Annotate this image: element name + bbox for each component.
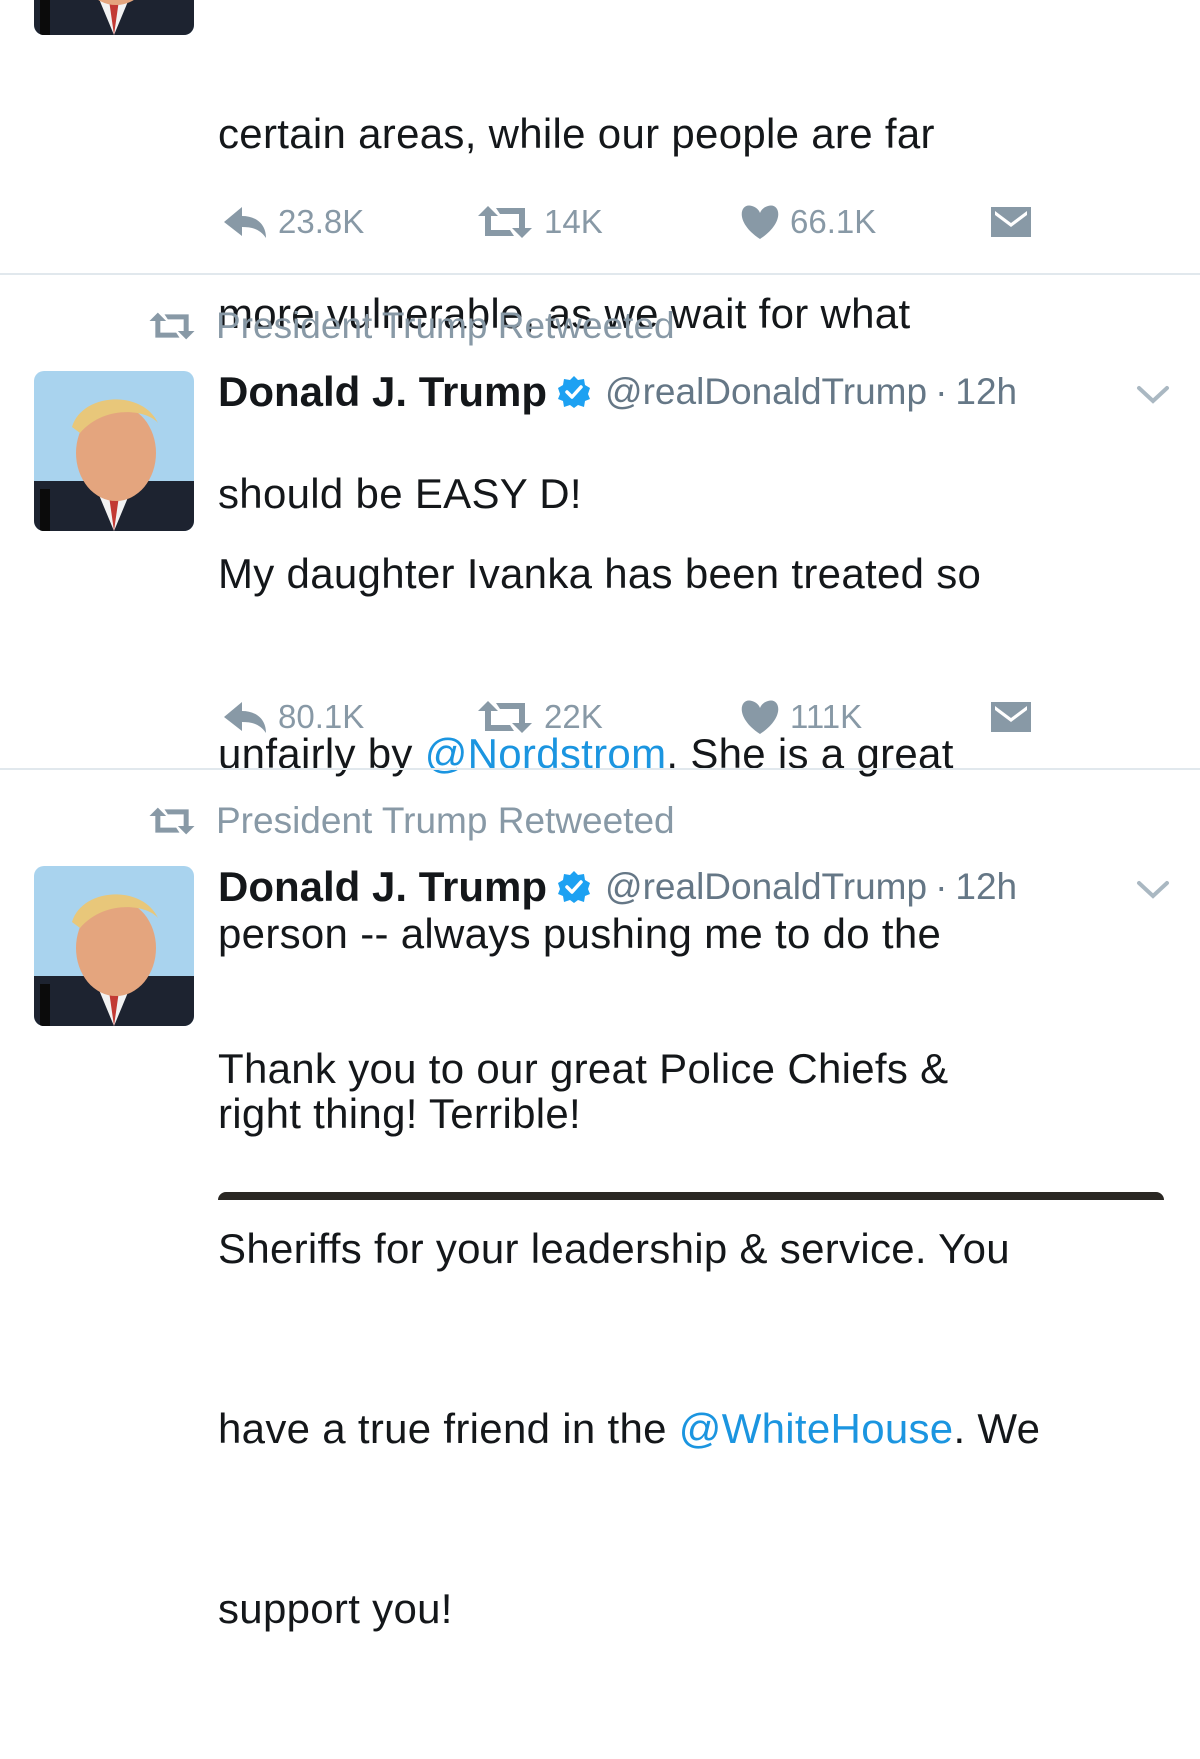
direct-message-button[interactable]	[990, 692, 1042, 742]
reply-icon	[224, 702, 266, 733]
chevron-down-icon[interactable]	[1136, 879, 1170, 901]
retweet-icon	[478, 701, 532, 733]
avatar[interactable]	[34, 0, 194, 35]
tweet-text-line: support you!	[218, 1579, 1178, 1639]
user-name[interactable]: Donald J. Trump	[218, 368, 547, 416]
separator-dot: ·	[935, 866, 948, 907]
tweet-text-line: Sheriffs for your leadership & service. …	[218, 1219, 1178, 1279]
tweet-text-line: My daughter Ivanka has been treated so	[218, 544, 1178, 604]
tweet-time[interactable]: 12h	[955, 866, 1017, 908]
envelope-icon	[991, 207, 1031, 237]
retweeted-by-label: President Trump Retweeted	[216, 305, 675, 346]
retweet-count: 14K	[544, 203, 603, 240]
reply-icon	[224, 207, 266, 238]
heart-icon	[741, 205, 779, 239]
retweeted-by: President Trump Retweeted	[146, 799, 675, 843]
tweet-time[interactable]: 12h	[955, 371, 1017, 413]
user-handle[interactable]: @realDonaldTrump	[605, 866, 927, 908]
tweet-text-line: have a true friend in the @WhiteHouse. W…	[218, 1399, 1178, 1459]
mention-link[interactable]: @WhiteHouse	[679, 1405, 954, 1452]
tweet-divider	[0, 273, 1200, 275]
reply-count: 80.1K	[278, 698, 365, 735]
like-button[interactable]: 111K	[740, 692, 862, 742]
text-segment: have a true friend in the	[218, 1405, 679, 1452]
reply-count: 23.8K	[278, 203, 365, 240]
chevron-down-icon[interactable]	[1136, 384, 1170, 406]
avatar[interactable]	[34, 371, 194, 531]
retweeted-by: President Trump Retweeted	[146, 304, 675, 348]
retweet-count: 22K	[544, 698, 603, 735]
tweet-text-line: Thank you to our great Police Chiefs &	[218, 1039, 1178, 1099]
like-count: 111K	[790, 698, 863, 735]
text-segment: . We	[953, 1405, 1041, 1452]
tweet-header: Donald J. Trump @realDonaldTrump · 12h	[218, 861, 1017, 913]
reply-button[interactable]: 80.1K	[222, 692, 364, 742]
like-button[interactable]: 66.1K	[740, 197, 876, 247]
tweet-header: Donald J. Trump @realDonaldTrump · 12h	[218, 366, 1017, 418]
retweeted-by-label: President Trump Retweeted	[216, 800, 675, 841]
tweet-text-line: certain areas, while our people are far	[218, 110, 935, 157]
text-segment: Thank you to our great Police Chiefs &	[218, 1045, 949, 1092]
text-segment: Sheriffs for your leadership & service. …	[218, 1225, 1010, 1272]
user-name[interactable]: Donald J. Trump	[218, 863, 547, 911]
retweet-icon	[149, 312, 195, 340]
user-handle[interactable]: @realDonaldTrump	[605, 371, 927, 413]
retweet-button[interactable]: 14K	[476, 197, 603, 247]
retweet-icon	[478, 206, 532, 238]
like-count: 66.1K	[790, 203, 877, 240]
text-segment: support you!	[218, 1585, 453, 1632]
verified-badge-icon	[558, 871, 591, 903]
envelope-icon	[991, 702, 1031, 732]
reply-button[interactable]: 23.8K	[222, 197, 364, 247]
avatar[interactable]	[34, 866, 194, 1026]
retweet-button[interactable]: 22K	[476, 692, 603, 742]
media-preview[interactable]	[218, 1192, 1164, 1200]
retweet-icon	[149, 807, 195, 835]
separator-dot: ·	[935, 371, 948, 412]
verified-badge-icon	[558, 376, 591, 408]
text-segment: My daughter Ivanka has been treated so	[218, 550, 982, 597]
heart-icon	[741, 700, 779, 734]
direct-message-button[interactable]	[990, 197, 1042, 247]
tweet-divider	[0, 768, 1200, 770]
tweet-text: Thank you to our great Police Chiefs & S…	[218, 919, 1178, 1759]
